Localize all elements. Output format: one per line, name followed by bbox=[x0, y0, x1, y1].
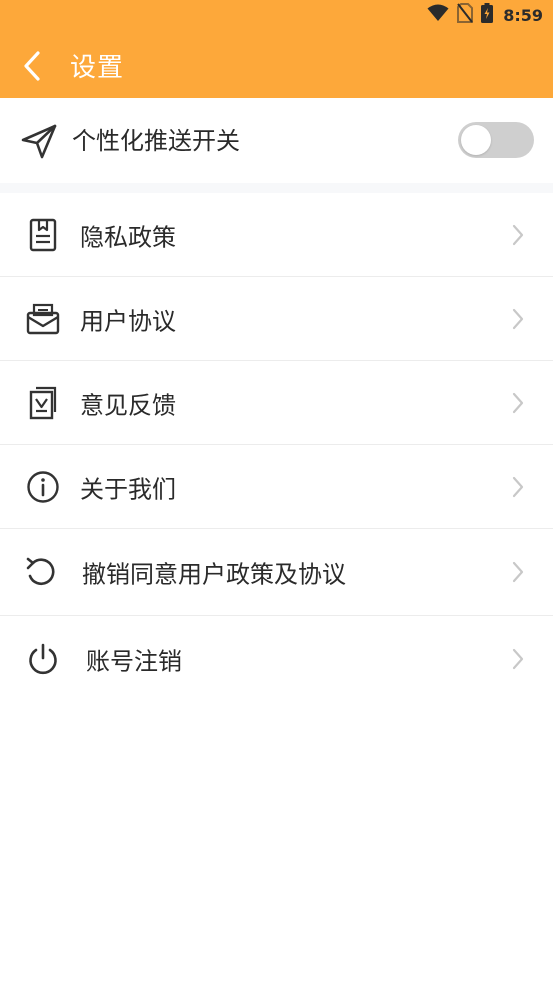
chevron-right-icon bbox=[511, 647, 525, 671]
menu-item-account-deletion[interactable]: 账号注销 bbox=[0, 616, 553, 702]
battery-charging-icon bbox=[481, 3, 494, 27]
section-divider bbox=[0, 183, 553, 193]
chevron-right-icon bbox=[511, 475, 525, 499]
mail-tray-icon bbox=[24, 300, 62, 338]
power-icon bbox=[24, 640, 62, 678]
switch-knob bbox=[461, 125, 491, 155]
undo-icon bbox=[22, 553, 60, 591]
menu-item-label: 撤销同意用户政策及协议 bbox=[82, 560, 346, 589]
push-toggle-label: 个性化推送开关 bbox=[72, 127, 240, 155]
settings-menu-list: 隐私政策 用户协议 意见反馈 关于我们 撤销同意用户政策及协议 账号注销 bbox=[0, 193, 553, 702]
menu-item-feedback[interactable]: 意见反馈 bbox=[0, 361, 553, 445]
wifi-icon bbox=[427, 4, 449, 26]
settings-screen: 8:59 设置 个性化推送开关 隐私政策 用户协议 意见反馈 关于我们 撤销同意… bbox=[0, 0, 553, 983]
no-sim-icon bbox=[457, 3, 474, 27]
info-icon bbox=[24, 468, 62, 506]
menu-item-label: 用户协议 bbox=[80, 307, 176, 335]
menu-item-label: 隐私政策 bbox=[80, 223, 176, 251]
menu-item-user-agreement[interactable]: 用户协议 bbox=[0, 277, 553, 361]
menu-item-label: 账号注销 bbox=[86, 647, 182, 676]
menu-item-label: 关于我们 bbox=[80, 475, 176, 503]
chevron-right-icon bbox=[511, 560, 525, 584]
menu-item-about-us[interactable]: 关于我们 bbox=[0, 445, 553, 529]
chevron-right-icon bbox=[511, 391, 525, 415]
paper-plane-icon bbox=[20, 122, 58, 160]
page-title: 设置 bbox=[70, 53, 125, 83]
feedback-icon bbox=[24, 384, 62, 422]
push-toggle-switch[interactable] bbox=[458, 122, 534, 158]
push-toggle-row: 个性化推送开关 bbox=[0, 98, 553, 183]
chevron-right-icon bbox=[511, 223, 525, 247]
app-header: 8:59 设置 bbox=[0, 0, 553, 98]
status-bar: 8:59 bbox=[0, 0, 553, 30]
back-button[interactable] bbox=[14, 48, 50, 88]
status-time: 8:59 bbox=[503, 5, 543, 25]
chevron-left-icon bbox=[22, 50, 42, 86]
document-icon bbox=[24, 216, 62, 254]
menu-item-label: 意见反馈 bbox=[80, 391, 176, 419]
chevron-right-icon bbox=[511, 307, 525, 331]
status-icons: 8:59 bbox=[427, 3, 543, 27]
menu-item-revoke-consent[interactable]: 撤销同意用户政策及协议 bbox=[0, 529, 553, 616]
menu-item-privacy-policy[interactable]: 隐私政策 bbox=[0, 193, 553, 277]
